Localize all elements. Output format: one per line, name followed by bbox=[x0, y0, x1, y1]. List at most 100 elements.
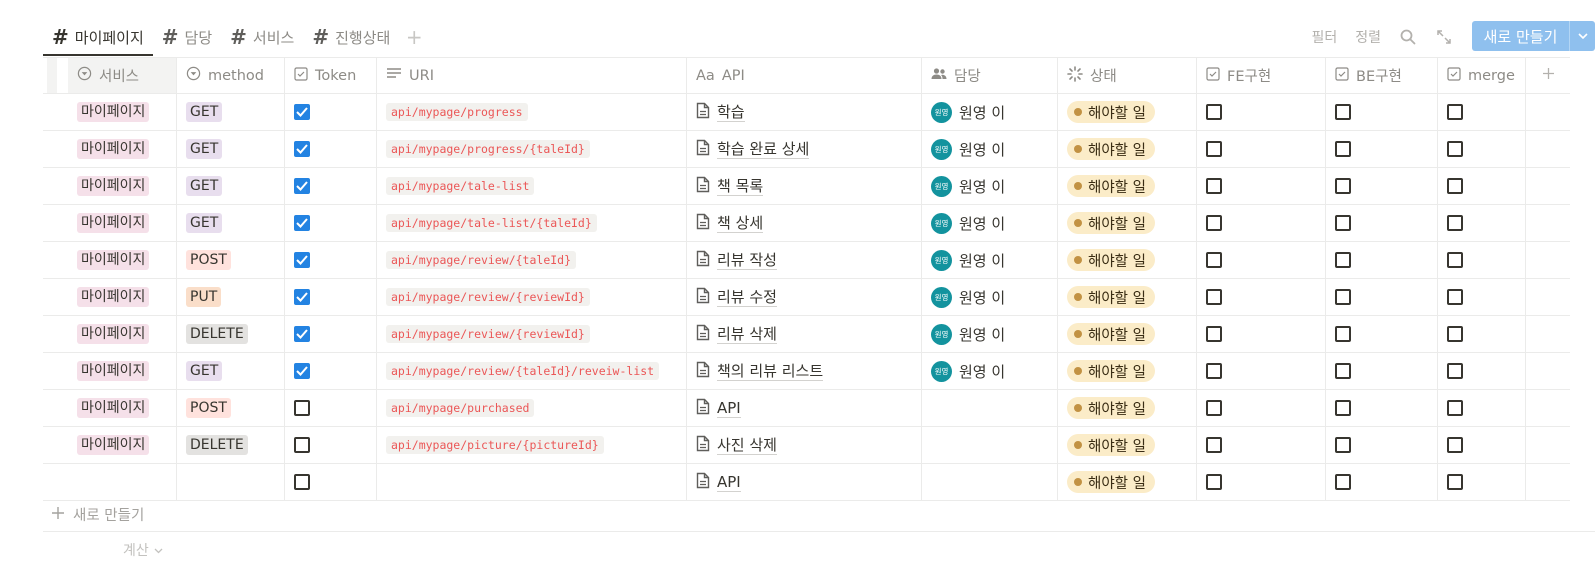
uri-cell[interactable]: api/mypage/progress/{taleId} bbox=[377, 131, 687, 167]
method-cell[interactable]: DELETE bbox=[177, 316, 285, 352]
column-header-method[interactable]: method bbox=[177, 58, 285, 93]
status-cell[interactable]: 해야할 일 bbox=[1058, 316, 1197, 352]
fe-checkbox[interactable] bbox=[1206, 252, 1222, 268]
api-page-link[interactable]: 학습 bbox=[696, 102, 745, 123]
token-checkbox[interactable] bbox=[294, 252, 310, 268]
owner-cell[interactable]: 원영 원영 이 bbox=[922, 316, 1058, 352]
owner-cell[interactable] bbox=[922, 464, 1058, 500]
token-checkbox[interactable] bbox=[294, 289, 310, 305]
column-header-service[interactable]: 서비스 bbox=[68, 58, 177, 93]
uri-cell[interactable]: api/mypage/tale-list bbox=[377, 168, 687, 204]
table-row[interactable]: API 해야할 일 bbox=[43, 464, 1570, 501]
be-checkbox[interactable] bbox=[1335, 215, 1351, 231]
new-button-main[interactable]: 새로 만들기 bbox=[1472, 21, 1569, 51]
row-handle[interactable] bbox=[43, 242, 68, 278]
view-tab[interactable]: # 서비스 bbox=[221, 18, 303, 56]
service-cell[interactable]: 마이페이지 bbox=[68, 390, 177, 426]
method-cell[interactable]: GET bbox=[177, 168, 285, 204]
token-checkbox[interactable] bbox=[294, 437, 310, 453]
uri-cell[interactable]: api/mypage/tale-list/{taleId} bbox=[377, 205, 687, 241]
column-header-merge[interactable]: merge bbox=[1438, 58, 1526, 93]
merge-checkbox[interactable] bbox=[1447, 474, 1463, 490]
row-handle[interactable] bbox=[43, 279, 68, 315]
method-cell[interactable] bbox=[177, 464, 285, 500]
be-checkbox[interactable] bbox=[1335, 437, 1351, 453]
sort-button[interactable]: 정렬 bbox=[1355, 27, 1381, 47]
table-row[interactable]: 마이페이지 DELETE api/mypage/review/{reviewId} 리… bbox=[43, 316, 1570, 353]
owner-cell[interactable]: 원영 원영 이 bbox=[922, 279, 1058, 315]
owner-cell[interactable]: 원영 원영 이 bbox=[922, 353, 1058, 389]
uri-cell[interactable]: api/mypage/review/{taleId} bbox=[377, 242, 687, 278]
status-cell[interactable]: 해야할 일 bbox=[1058, 353, 1197, 389]
api-page-link[interactable]: API bbox=[696, 472, 741, 493]
api-page-link[interactable]: 책의 리뷰 리스트 bbox=[696, 361, 824, 382]
fe-checkbox[interactable] bbox=[1206, 104, 1222, 120]
token-checkbox[interactable] bbox=[294, 400, 310, 416]
be-checkbox[interactable] bbox=[1335, 104, 1351, 120]
status-cell[interactable]: 해야할 일 bbox=[1058, 390, 1197, 426]
search-icon[interactable] bbox=[1399, 28, 1417, 46]
service-cell[interactable]: 마이페이지 bbox=[68, 316, 177, 352]
service-cell[interactable]: 마이페이지 bbox=[68, 279, 177, 315]
column-header-api[interactable]: Aa API bbox=[687, 58, 922, 93]
row-handle[interactable] bbox=[43, 390, 68, 426]
expand-icon[interactable] bbox=[1435, 28, 1453, 46]
table-row[interactable]: 마이페이지 GET api/mypage/review/{taleId}/revei… bbox=[43, 353, 1570, 390]
uri-cell[interactable]: api/mypage/review/{taleId}/reveiw-list bbox=[377, 353, 687, 389]
row-handle[interactable] bbox=[43, 131, 68, 167]
token-checkbox[interactable] bbox=[294, 474, 310, 490]
table-row[interactable]: 마이페이지 GET api/mypage/tale-list 책 목록 원영 원영 이 해야… bbox=[43, 168, 1570, 205]
fe-checkbox[interactable] bbox=[1206, 363, 1222, 379]
fe-checkbox[interactable] bbox=[1206, 178, 1222, 194]
token-checkbox[interactable] bbox=[294, 215, 310, 231]
be-checkbox[interactable] bbox=[1335, 289, 1351, 305]
add-column-button[interactable] bbox=[1526, 58, 1570, 93]
be-checkbox[interactable] bbox=[1335, 178, 1351, 194]
merge-checkbox[interactable] bbox=[1447, 363, 1463, 379]
view-tab[interactable]: # 마이페이지 bbox=[43, 18, 153, 56]
service-cell[interactable]: 마이페이지 bbox=[68, 94, 177, 130]
fe-checkbox[interactable] bbox=[1206, 326, 1222, 342]
fe-checkbox[interactable] bbox=[1206, 289, 1222, 305]
method-cell[interactable]: PUT bbox=[177, 279, 285, 315]
merge-checkbox[interactable] bbox=[1447, 437, 1463, 453]
table-row[interactable]: 마이페이지 POST api/mypage/review/{taleId} 리뷰 작성… bbox=[43, 242, 1570, 279]
api-page-link[interactable]: API bbox=[696, 398, 741, 419]
column-header-be[interactable]: BE구현 bbox=[1326, 58, 1438, 93]
fe-checkbox[interactable] bbox=[1206, 141, 1222, 157]
service-cell[interactable]: 마이페이지 bbox=[68, 205, 177, 241]
api-page-link[interactable]: 사진 삭제 bbox=[696, 435, 777, 456]
method-cell[interactable]: DELETE bbox=[177, 427, 285, 463]
token-checkbox[interactable] bbox=[294, 326, 310, 342]
token-checkbox[interactable] bbox=[294, 104, 310, 120]
be-checkbox[interactable] bbox=[1335, 326, 1351, 342]
token-checkbox[interactable] bbox=[294, 141, 310, 157]
merge-checkbox[interactable] bbox=[1447, 141, 1463, 157]
method-cell[interactable]: GET bbox=[177, 94, 285, 130]
table-row[interactable]: 마이페이지 GET api/mypage/progress/{taleId} 학습 완… bbox=[43, 131, 1570, 168]
fe-checkbox[interactable] bbox=[1206, 400, 1222, 416]
service-cell[interactable]: 마이페이지 bbox=[68, 353, 177, 389]
owner-cell[interactable]: 원영 원영 이 bbox=[922, 168, 1058, 204]
method-cell[interactable]: POST bbox=[177, 242, 285, 278]
uri-cell[interactable]: api/mypage/purchased bbox=[377, 390, 687, 426]
merge-checkbox[interactable] bbox=[1447, 400, 1463, 416]
be-checkbox[interactable] bbox=[1335, 474, 1351, 490]
merge-checkbox[interactable] bbox=[1447, 289, 1463, 305]
row-handle[interactable] bbox=[43, 168, 68, 204]
uri-cell[interactable]: api/mypage/progress bbox=[377, 94, 687, 130]
fe-checkbox[interactable] bbox=[1206, 215, 1222, 231]
table-row[interactable]: 마이페이지 GET api/mypage/progress 학습 원영 원영 이 해야할 일 bbox=[43, 94, 1570, 131]
api-page-link[interactable]: 학습 완료 상세 bbox=[696, 139, 810, 160]
view-tab[interactable]: # 담당 bbox=[153, 18, 221, 56]
status-cell[interactable]: 해야할 일 bbox=[1058, 427, 1197, 463]
be-checkbox[interactable] bbox=[1335, 141, 1351, 157]
row-handle[interactable] bbox=[43, 353, 68, 389]
row-handle[interactable] bbox=[43, 316, 68, 352]
row-handle[interactable] bbox=[43, 205, 68, 241]
uri-cell[interactable]: api/mypage/review/{reviewId} bbox=[377, 316, 687, 352]
status-cell[interactable]: 해야할 일 bbox=[1058, 242, 1197, 278]
column-header-token[interactable]: Token bbox=[285, 58, 377, 93]
row-handle[interactable] bbox=[43, 427, 68, 463]
column-header-uri[interactable]: URI bbox=[377, 58, 687, 93]
